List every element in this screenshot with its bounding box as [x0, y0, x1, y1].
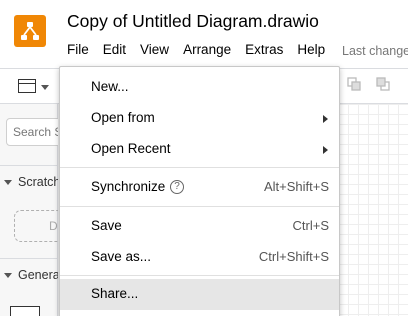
chevron-down-icon	[4, 180, 12, 186]
menubar: File Edit View Arrange Extras Help	[67, 42, 339, 57]
scratchpad-section-header[interactable]: Scratch	[4, 175, 60, 189]
menu-item-open-from[interactable]: Open from	[60, 103, 339, 134]
shortcut-label: Ctrl+S	[292, 218, 329, 233]
shape-search-input[interactable]: Search S	[6, 118, 66, 146]
menu-separator	[60, 275, 339, 276]
chevron-right-icon	[323, 115, 328, 123]
drawio-logo-icon[interactable]	[14, 15, 46, 47]
menu-edit[interactable]: Edit	[103, 42, 126, 57]
menu-item-save-as[interactable]: Save as... Ctrl+Shift+S	[60, 242, 339, 273]
to-front-icon[interactable]	[347, 77, 361, 91]
shortcut-label: Ctrl+Shift+S	[258, 249, 329, 264]
drawio-app: Copy of Untitled Diagram.drawio File Edi…	[0, 0, 408, 316]
menu-item-label: Open Recent	[91, 141, 171, 156]
menu-item-label: New...	[91, 79, 129, 94]
menu-separator	[60, 206, 339, 207]
menu-item-label: Open from	[91, 110, 155, 125]
menu-item-share[interactable]: Share...	[60, 279, 339, 310]
menu-separator	[60, 167, 339, 168]
menu-item-label: Synchronize	[91, 179, 166, 194]
menu-item-synchronize[interactable]: Synchronize ? Alt+Shift+S	[60, 172, 339, 203]
menu-item-save[interactable]: Save Ctrl+S	[60, 211, 339, 242]
view-panels-icon[interactable]	[18, 79, 36, 93]
general-label: Genera	[18, 268, 60, 282]
last-change-status[interactable]: Last change	[342, 44, 408, 58]
chevron-down-icon	[4, 273, 12, 279]
menu-item-label: Save	[91, 218, 122, 233]
menu-file[interactable]: File	[67, 42, 89, 57]
menu-view[interactable]: View	[140, 42, 169, 57]
scratchpad-drop-area[interactable]: D	[14, 210, 64, 242]
chevron-down-icon[interactable]	[41, 85, 49, 90]
sidebar-divider	[0, 165, 58, 166]
to-back-icon[interactable]	[376, 77, 390, 91]
general-section-header[interactable]: Genera	[4, 268, 60, 282]
menu-extras[interactable]: Extras	[245, 42, 283, 57]
menu-help[interactable]: Help	[297, 42, 325, 57]
help-icon[interactable]: ?	[170, 180, 184, 194]
menu-item-label: Share...	[91, 286, 139, 301]
file-menu-dropdown: New... Open from Open Recent Synchronize…	[59, 66, 340, 316]
rectangle-shape-thumbnail[interactable]	[10, 306, 40, 316]
chevron-right-icon	[323, 146, 328, 154]
shortcut-label: Alt+Shift+S	[263, 179, 329, 194]
sidebar-divider	[0, 258, 58, 259]
document-title[interactable]: Copy of Untitled Diagram.drawio	[67, 11, 319, 32]
scratchpad-label: Scratch	[18, 175, 61, 189]
menu-item-new[interactable]: New...	[60, 72, 339, 103]
menu-arrange[interactable]: Arrange	[183, 42, 231, 57]
menu-item-open-recent[interactable]: Open Recent	[60, 134, 339, 165]
menu-item-label: Save as...	[91, 249, 152, 264]
